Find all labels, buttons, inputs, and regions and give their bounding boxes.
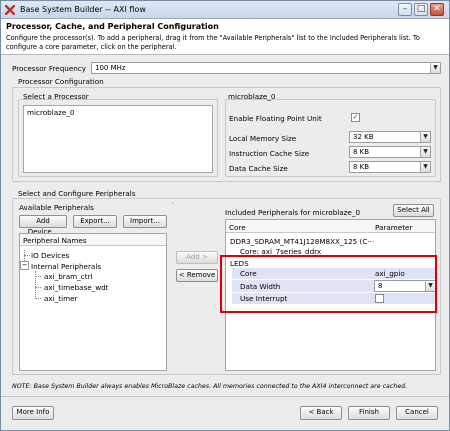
back-button[interactable]: < Back: [300, 406, 342, 420]
processor-item[interactable]: microblaze_0: [27, 108, 74, 117]
tree-header: Peripheral Names: [20, 234, 166, 246]
local-memory-value: 32 KB: [353, 133, 374, 141]
local-memory-select[interactable]: 32 KB ▼: [349, 131, 431, 143]
page-description: Configure the processor(s). To add a per…: [6, 34, 420, 51]
processor-frequency-select[interactable]: 100 MHz ▼: [91, 62, 441, 74]
icache-select[interactable]: 8 KB ▼: [349, 146, 431, 158]
tree-connector: [24, 255, 30, 256]
more-info-label: More Info: [16, 408, 50, 416]
minimize-icon: –: [402, 4, 408, 14]
processor-configuration-label: Processor Configuration: [18, 77, 104, 86]
tree-item-axi-timebase-wdt[interactable]: axi_timebase_wdt: [44, 283, 108, 292]
chevron-down-icon: ▼: [420, 132, 430, 142]
available-peripherals-label: Available Peripherals: [19, 203, 94, 212]
icache-label: Instruction Cache Size: [229, 149, 310, 158]
tree-connector: [35, 276, 41, 277]
column-header-core: Core: [229, 223, 246, 232]
icache-value: 8 KB: [353, 148, 370, 156]
select-all-button[interactable]: Select All: [393, 204, 434, 217]
fpu-checkbox[interactable]: ✓: [351, 113, 360, 122]
add-peripheral-button[interactable]: Add >: [176, 251, 218, 264]
export-button[interactable]: Export...: [73, 215, 117, 228]
local-memory-label: Local Memory Size: [229, 134, 297, 143]
remove-peripheral-button[interactable]: < Remove: [176, 269, 218, 282]
add-device-button[interactable]: Add Device...: [19, 215, 67, 236]
cancel-button[interactable]: Cancel: [396, 406, 438, 420]
tree-connector: [35, 298, 41, 299]
tree-connector: [35, 287, 41, 288]
peripherals-group-label: Select and Configure Peripherals: [18, 189, 136, 198]
close-icon: ✕: [433, 4, 441, 14]
tree-item-internal-peripherals[interactable]: Internal Peripherals: [31, 262, 101, 271]
page-header: Processor, Cache, and Peripheral Configu…: [1, 19, 449, 55]
minimize-button[interactable]: –: [398, 3, 412, 16]
dcache-value: 8 KB: [353, 163, 370, 171]
add-peripheral-label: Add >: [186, 253, 208, 261]
ddr-peripheral-name[interactable]: DDR3_SDRAM_MT41J128M8XX_125 (C···: [230, 237, 374, 246]
cancel-label: Cancel: [405, 408, 429, 416]
included-peripherals-label: Included Peripherals for microblaze_0: [225, 208, 361, 217]
base-system-builder-window: Base System Builder -- AXI flow – □ ✕ Pr…: [0, 0, 450, 431]
page-title: Processor, Cache, and Peripheral Configu…: [6, 22, 219, 31]
chevron-down-icon: ▼: [420, 147, 430, 157]
available-peripherals-tree[interactable]: Peripheral Names IO Devices − Internal P…: [19, 233, 167, 371]
dcache-label: Data Cache Size: [229, 164, 288, 173]
maximize-button[interactable]: □: [414, 3, 428, 16]
tree-header-label: Peripheral Names: [23, 236, 87, 245]
back-label: < Back: [308, 408, 334, 416]
remove-peripheral-label: < Remove: [178, 271, 216, 279]
note-text: NOTE: Base System Builder always enables…: [12, 383, 408, 390]
tree-item-axi-timer[interactable]: axi_timer: [44, 294, 77, 303]
select-all-label: Select All: [397, 206, 430, 214]
export-label: Export...: [80, 217, 110, 225]
finish-label: Finish: [359, 408, 379, 416]
tree-item-io-devices[interactable]: IO Devices: [31, 251, 69, 260]
collapse-icon[interactable]: −: [20, 261, 29, 270]
processor-frequency-label: Processor Frequency: [12, 64, 87, 73]
finish-button[interactable]: Finish: [348, 406, 390, 420]
chevron-down-icon: ▼: [430, 63, 440, 73]
check-icon: ✓: [352, 113, 359, 121]
separator: [1, 396, 449, 397]
dcache-select[interactable]: 8 KB ▼: [349, 161, 431, 173]
xilinx-app-icon: [5, 5, 15, 15]
processor-frequency-value: 100 MHz: [95, 64, 126, 72]
import-label: Import...: [130, 217, 160, 225]
processor-list[interactable]: microblaze_0: [23, 105, 213, 173]
maximize-icon: □: [416, 4, 426, 14]
import-button[interactable]: Import...: [123, 215, 167, 228]
table-header: Core Parameter: [226, 220, 435, 233]
column-header-parameter: Parameter: [375, 223, 413, 232]
window-title: Base System Builder -- AXI flow: [20, 5, 146, 14]
highlight-box: [220, 255, 437, 313]
more-info-button[interactable]: More Info: [12, 406, 54, 420]
title-bar: Base System Builder -- AXI flow – □ ✕: [1, 1, 449, 19]
chevron-down-icon: ▼: [420, 162, 430, 172]
divider: [172, 202, 174, 204]
fpu-label: Enable Floating Point Unit: [229, 114, 322, 123]
tree-item-axi-bram-ctrl[interactable]: axi_bram_ctrl: [44, 272, 93, 281]
close-button[interactable]: ✕: [430, 3, 444, 16]
